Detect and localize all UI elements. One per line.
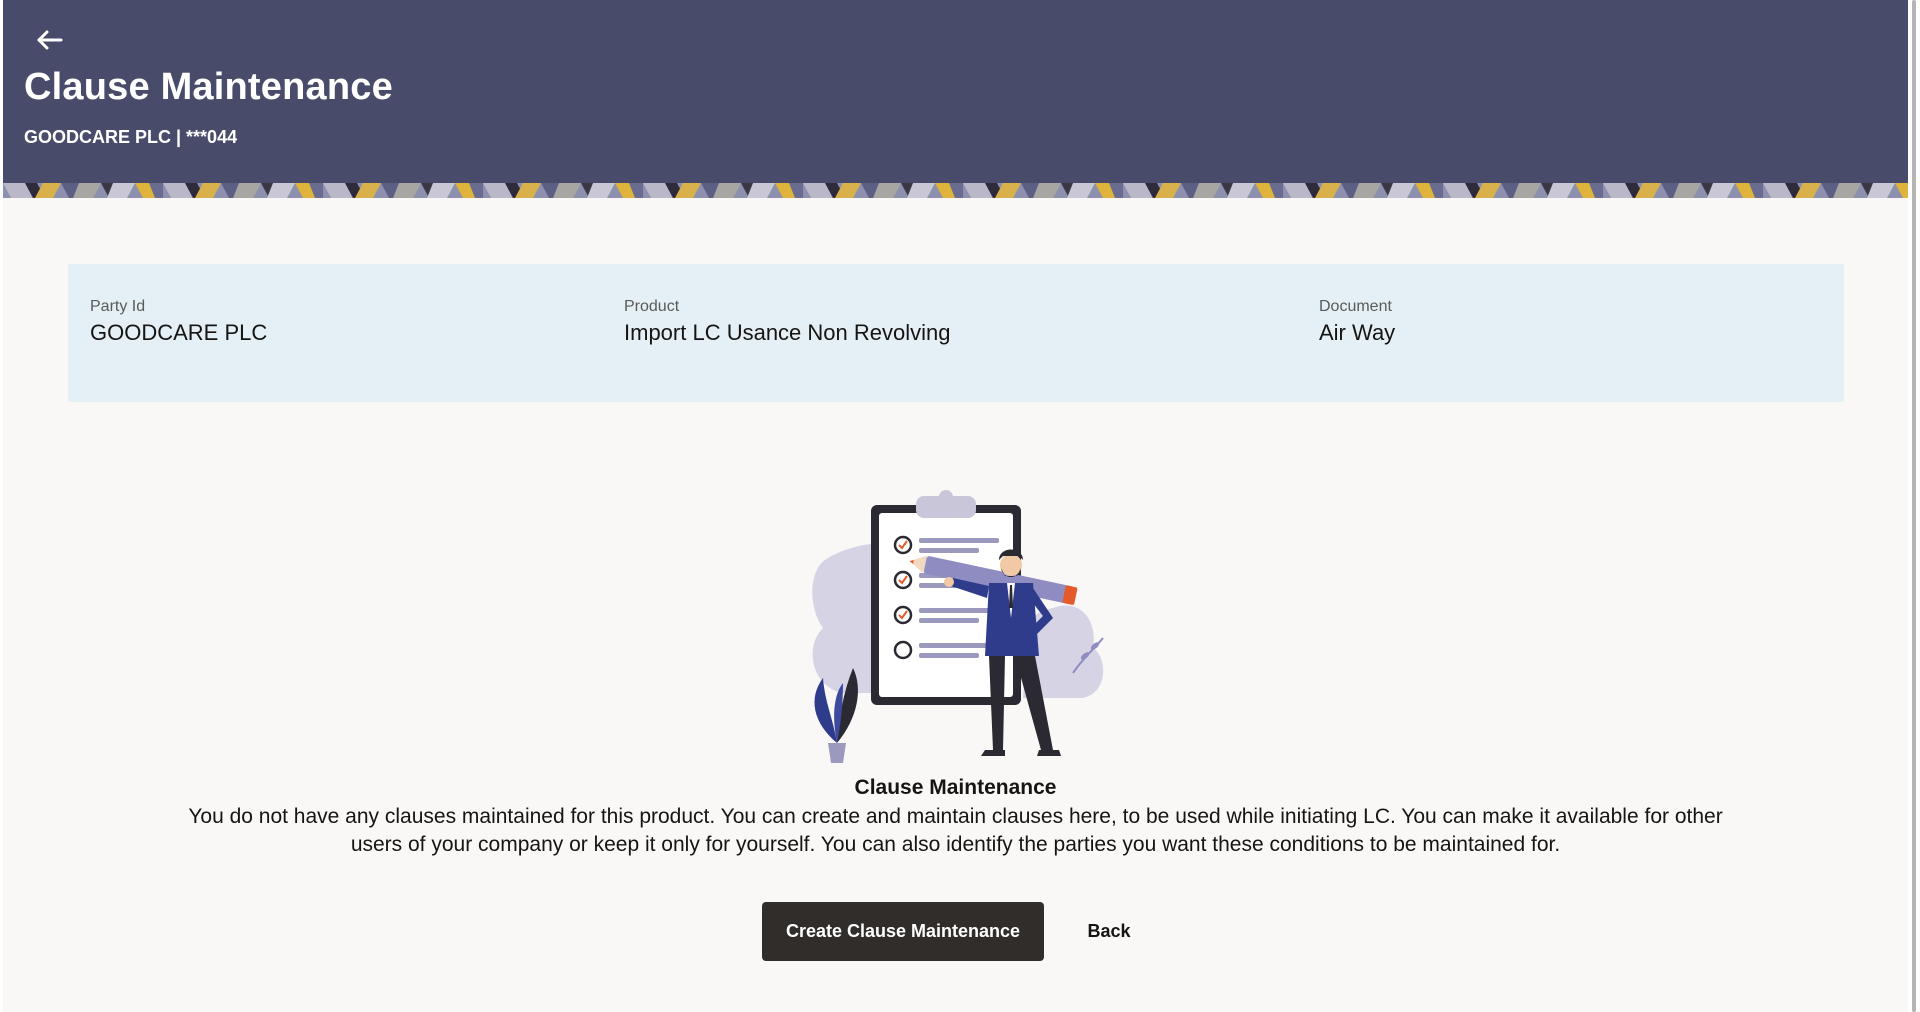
page: Clause Maintenance GOODCARE PLC | ***044… [3, 0, 1908, 1012]
product-label: Product [624, 298, 680, 315]
arrow-left-icon[interactable] [33, 26, 65, 54]
empty-state-description: You do not have any clauses maintained f… [188, 805, 1723, 856]
party-id-field: Party Id GOODCARE PLC [90, 298, 267, 346]
create-clause-maintenance-button[interactable]: Create Clause Maintenance [762, 902, 1044, 961]
empty-state-title: Clause Maintenance [854, 776, 1057, 799]
page-header: Clause Maintenance GOODCARE PLC | ***044 [3, 0, 1908, 183]
back-button[interactable]: Back [1073, 902, 1145, 961]
clipboard-checklist-illustration [812, 490, 1104, 763]
document-label: Document [1319, 298, 1392, 315]
document-field: Document Air Way [1319, 298, 1395, 346]
page-title: Clause Maintenance [24, 66, 393, 108]
page-subtitle: GOODCARE PLC | ***044 [24, 127, 238, 147]
scrollbar-thumb[interactable] [1912, 0, 1916, 1012]
document-value: Air Way [1319, 320, 1396, 345]
product-value: Import LC Usance Non Revolving [624, 320, 951, 345]
party-id-label: Party Id [90, 298, 146, 315]
header-pattern-banner [3, 183, 1908, 198]
party-id-value: GOODCARE PLC [90, 320, 268, 345]
summary-panel: Party Id GOODCARE PLC Product Import LC … [68, 264, 1844, 402]
product-field: Product Import LC Usance Non Revolving [624, 298, 950, 346]
